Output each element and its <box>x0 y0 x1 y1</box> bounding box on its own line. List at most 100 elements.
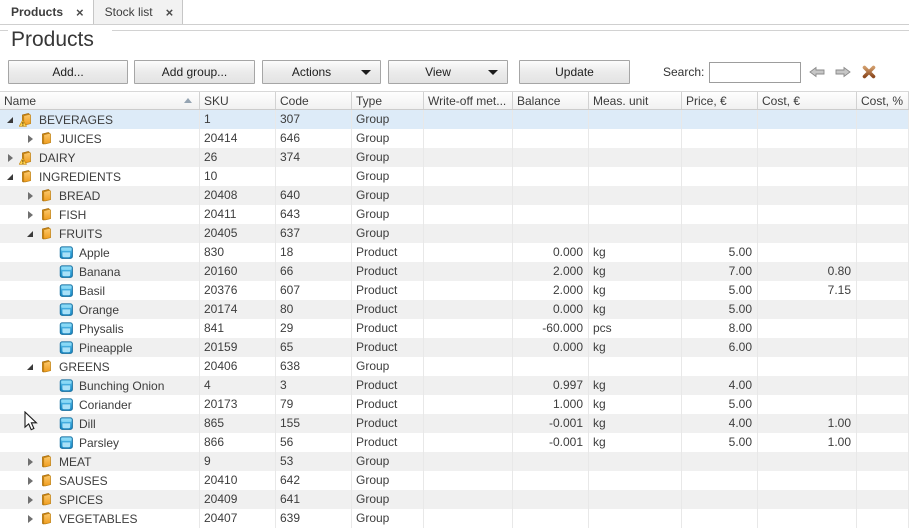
tree-row-pineapple[interactable]: Pineapple2015965Product0.000kg6.00 <box>0 338 909 357</box>
update-button[interactable]: Update <box>519 60 630 84</box>
expander-expand-icon[interactable] <box>23 493 37 507</box>
cell-price: 4.00 <box>682 414 758 433</box>
cell-cost_pct <box>857 433 909 452</box>
tree-row-basil[interactable]: Basil20376607Product2.000kg5.007.15 <box>0 281 909 300</box>
cell-code: 79 <box>276 395 352 414</box>
expander-expand-icon[interactable] <box>23 208 37 222</box>
tree-row-physalis[interactable]: Physalis84129Product-60.000pcs8.00 <box>0 319 909 338</box>
cell-cost_eur <box>758 148 857 167</box>
expander-expand-icon[interactable] <box>23 132 37 146</box>
cell-type: Group <box>352 452 424 471</box>
cell-price: 5.00 <box>682 395 758 414</box>
actions-button[interactable]: Actions <box>262 60 381 84</box>
search-prev-arrow-icon[interactable] <box>809 66 825 78</box>
cell-balance: 0.997 <box>513 376 589 395</box>
cell-type: Product <box>352 319 424 338</box>
cell-cost_eur <box>758 300 857 319</box>
cell-balance <box>513 110 589 129</box>
expander-collapse-icon[interactable] <box>3 113 17 127</box>
column-header-cost_eur[interactable]: Cost, € <box>758 92 857 109</box>
item-name: SAUSES <box>59 472 108 490</box>
cell-sku: 20160 <box>200 262 276 281</box>
column-header-name[interactable]: Name <box>0 92 200 109</box>
cell-sku: 20174 <box>200 300 276 319</box>
tree-row-apple[interactable]: Apple83018Product0.000kg5.00 <box>0 243 909 262</box>
column-header-balance[interactable]: Balance <box>513 92 589 109</box>
tree-row-dill[interactable]: Dill865155Product-0.001kg4.001.00 <box>0 414 909 433</box>
tree-row-greens[interactable]: GREENS20406638Group <box>0 357 909 376</box>
expander-expand-icon[interactable] <box>23 455 37 469</box>
cell-sku: 20409 <box>200 490 276 509</box>
cell-code: 56 <box>276 433 352 452</box>
cell-meas <box>589 129 682 148</box>
expander-collapse-icon[interactable] <box>3 170 17 184</box>
cell-code: 639 <box>276 509 352 528</box>
expander-expand-icon[interactable] <box>3 151 17 165</box>
cell-type: Product <box>352 376 424 395</box>
close-icon[interactable]: × <box>76 6 84 19</box>
tab-label: Stock list <box>105 5 153 19</box>
column-header-type[interactable]: Type <box>352 92 424 109</box>
expander-expand-icon[interactable] <box>23 512 37 526</box>
cell-cost_eur: 1.00 <box>758 433 857 452</box>
column-header-cost_pct[interactable]: Cost, % <box>857 92 909 109</box>
cell-name: Pineapple <box>0 338 200 357</box>
cell-type: Group <box>352 129 424 148</box>
search-next-arrow-icon[interactable] <box>835 66 851 78</box>
column-header-price[interactable]: Price, € <box>682 92 758 109</box>
tree-row-fish[interactable]: FISH20411643Group <box>0 205 909 224</box>
grid-header-row: NameSKU Code TypeWrite-off met...BalanceMe… <box>0 91 909 110</box>
cell-writeoff <box>424 262 513 281</box>
item-name: GREENS <box>59 358 110 376</box>
add-group-button[interactable]: Add group... <box>134 60 255 84</box>
cell-writeoff <box>424 148 513 167</box>
column-header-label: Code <box>280 94 309 108</box>
expander-collapse-icon[interactable] <box>23 360 37 374</box>
tree-row-fruits[interactable]: FRUITS20405637Group <box>0 224 909 243</box>
tree-row-orange[interactable]: Orange2017480Product0.000kg5.00 <box>0 300 909 319</box>
tree-row-coriander[interactable]: Coriander2017379Product1.000kg5.00 <box>0 395 909 414</box>
cell-name: Bunching Onion <box>0 376 200 395</box>
expander-expand-icon[interactable] <box>23 474 37 488</box>
cell-meas <box>589 167 682 186</box>
tree-row-dairy[interactable]: DAIRY26374Group <box>0 148 909 167</box>
view-button[interactable]: View <box>388 60 508 84</box>
tree-row-spices[interactable]: SPICES20409641Group <box>0 490 909 509</box>
cell-price: 6.00 <box>682 338 758 357</box>
column-header-sku[interactable]: SKU <box>200 92 276 109</box>
cell-code <box>276 167 352 186</box>
tab-products[interactable]: Products × <box>0 0 94 24</box>
tree-row-ingredients[interactable]: INGREDIENTS10Group <box>0 167 909 186</box>
toolbar: Add... Add group... Actions View Update … <box>0 60 909 84</box>
cell-cost_eur <box>758 395 857 414</box>
column-header-writeoff[interactable]: Write-off met... <box>424 92 513 109</box>
tree-row-banana[interactable]: Banana2016066Product2.000kg7.000.80 <box>0 262 909 281</box>
item-name: Dill <box>79 415 96 433</box>
search-clear-icon[interactable] <box>862 65 876 79</box>
tree-row-bread[interactable]: BREAD20408640Group <box>0 186 909 205</box>
cell-meas: kg <box>589 300 682 319</box>
cell-sku: 20410 <box>200 471 276 490</box>
tree-row-bunching-onion[interactable]: Bunching Onion43Product0.997kg4.00 <box>0 376 909 395</box>
dropdown-caret-icon <box>488 70 498 75</box>
close-icon[interactable]: × <box>166 6 174 19</box>
cell-name: Dill <box>0 414 200 433</box>
tree-row-beverages[interactable]: BEVERAGES1307Group <box>0 110 909 129</box>
add-button[interactable]: Add... <box>8 60 128 84</box>
expander-collapse-icon[interactable] <box>23 227 37 241</box>
column-header-code[interactable]: Code <box>276 92 352 109</box>
cell-type: Group <box>352 167 424 186</box>
tab-stock-list[interactable]: Stock list × <box>94 0 184 24</box>
cell-type: Product <box>352 433 424 452</box>
tree-row-meat[interactable]: MEAT953Group <box>0 452 909 471</box>
search-input[interactable] <box>709 62 801 83</box>
tree-row-vegetables[interactable]: VEGETABLES20407639Group <box>0 509 909 528</box>
expander-spacer <box>43 417 57 431</box>
cell-code: 29 <box>276 319 352 338</box>
tree-row-juices[interactable]: JUICES20414646Group <box>0 129 909 148</box>
tree-row-parsley[interactable]: Parsley86656Product-0.001kg5.001.00 <box>0 433 909 452</box>
tree-row-sauses[interactable]: SAUSES20410642Group <box>0 471 909 490</box>
folder-icon <box>39 359 54 374</box>
expander-expand-icon[interactable] <box>23 189 37 203</box>
column-header-meas[interactable]: Meas. unit <box>589 92 682 109</box>
